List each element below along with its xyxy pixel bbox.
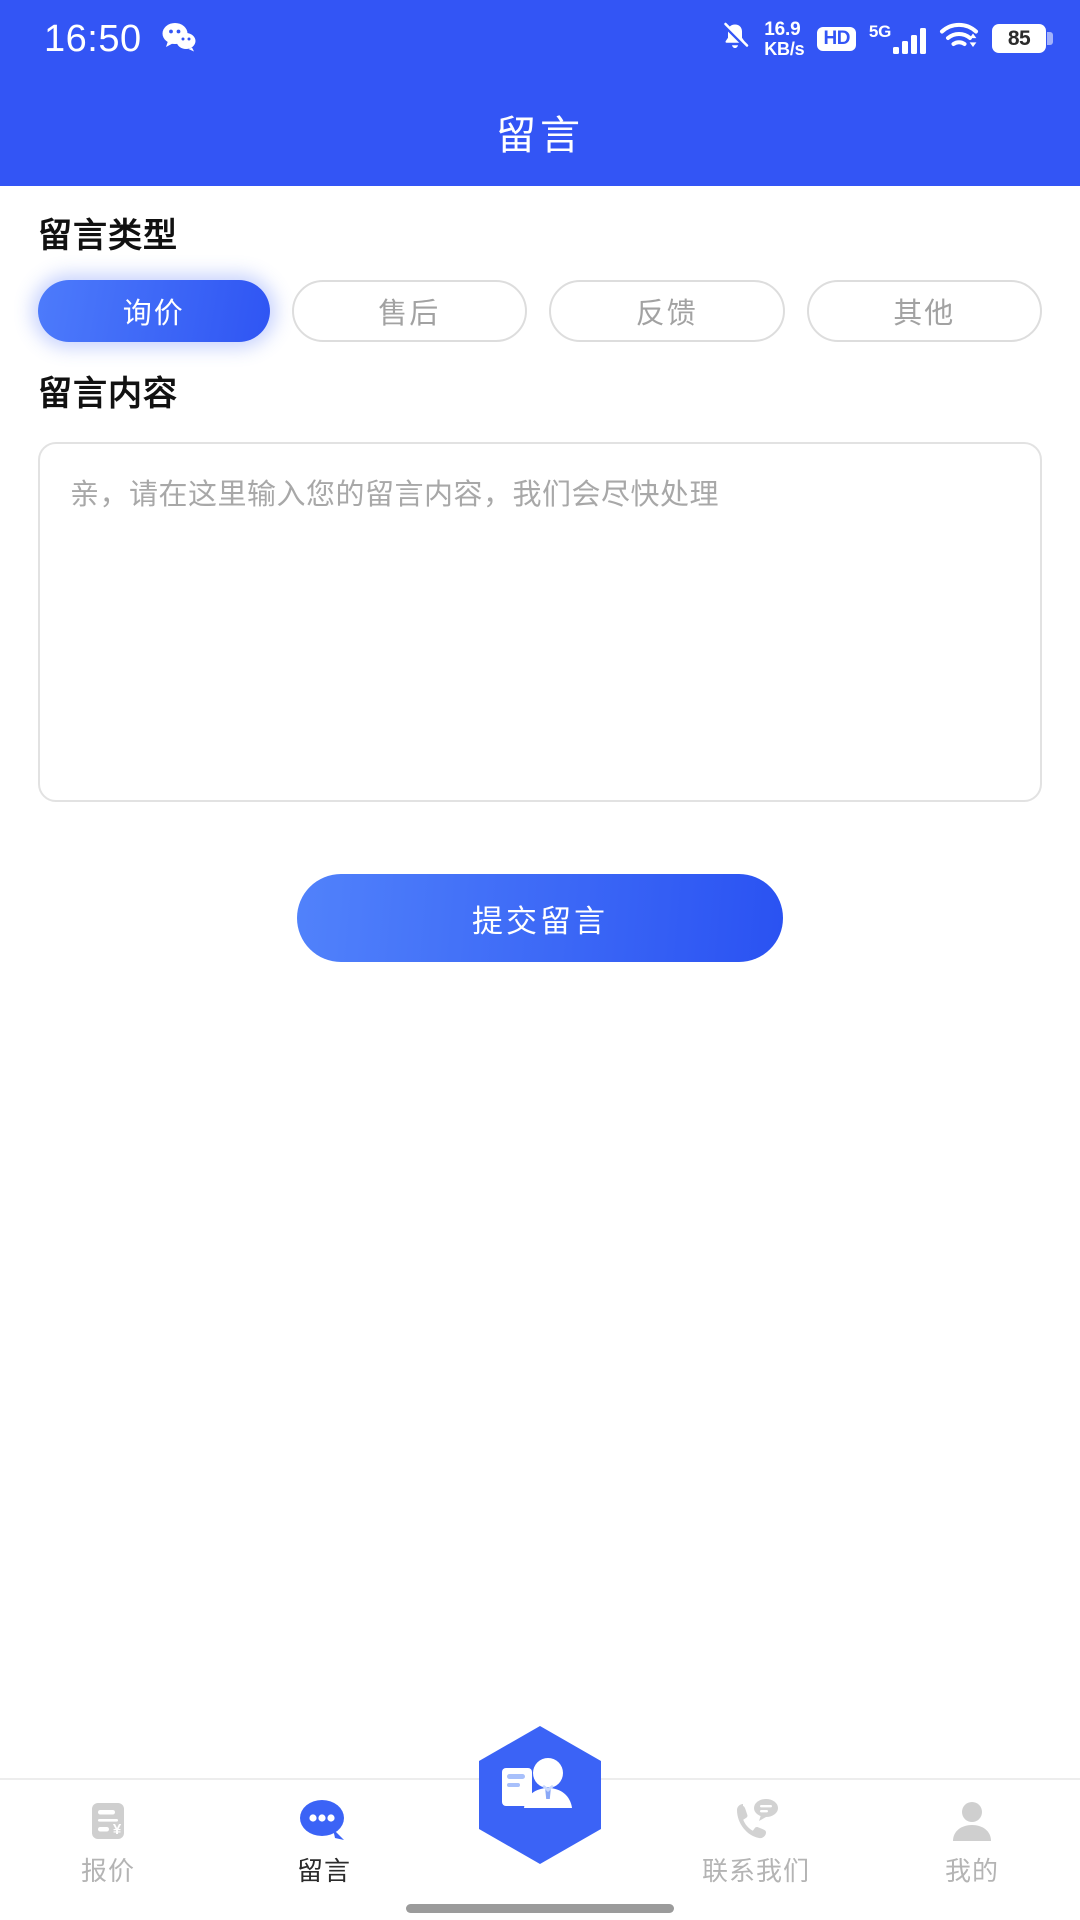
hd-badge: HD <box>817 26 856 51</box>
phone-screen: 16:50 16.9 KB/s HD 5G 85 留言 留言类型 询价 售后 反… <box>0 0 1080 1920</box>
message-content-heading: 留言内容 <box>38 375 178 414</box>
type-option-label: 询价 <box>122 298 185 331</box>
id-card-person-icon <box>479 1726 601 1864</box>
tab-message[interactable]: 留言 <box>216 1794 432 1884</box>
app-header: 留言 <box>0 78 1080 186</box>
center-action-button[interactable] <box>477 1724 603 1866</box>
type-option-feedback[interactable]: 反馈 <box>549 280 785 343</box>
phone-message-icon <box>730 1794 782 1848</box>
tab-quote-label: 报价 <box>80 1856 135 1886</box>
status-bar-clock: 16:50 <box>44 18 142 60</box>
message-type-heading: 留言类型 <box>38 217 178 255</box>
type-option-inquiry[interactable]: 询价 <box>38 280 270 343</box>
network-speed-value: 16.9 <box>764 19 801 41</box>
type-option-label: 售后 <box>378 298 441 331</box>
type-option-other[interactable]: 其他 <box>806 280 1042 343</box>
type-option-label: 反馈 <box>635 298 698 331</box>
network-speed: 16.9 KB/s <box>764 20 804 58</box>
bottom-navigation: ¥ 报价 留言 联系我们 我的 <box>0 1726 1080 1920</box>
tab-quote[interactable]: ¥ 报价 <box>0 1794 216 1884</box>
message-textarea[interactable]: 亲，请在这里输入您的留言内容，我们会尽快处理 <box>38 442 1042 803</box>
cellular-label: 5G <box>868 22 891 42</box>
wifi-icon <box>939 21 979 56</box>
signal-bars-icon <box>893 28 926 55</box>
message-type-options: 询价 售后 反馈 其他 <box>38 280 1042 343</box>
person-icon <box>947 1794 997 1848</box>
page-title: 留言 <box>496 114 584 158</box>
tab-profile[interactable]: 我的 <box>864 1794 1080 1884</box>
svg-text:¥: ¥ <box>113 1821 122 1838</box>
tab-message-label: 留言 <box>296 1856 351 1886</box>
cellular-signal: 5G <box>868 22 926 55</box>
network-speed-unit: KB/s <box>764 38 805 59</box>
wechat-icon <box>162 22 196 57</box>
home-indicator <box>406 1904 674 1913</box>
bell-muted-icon <box>719 20 751 57</box>
tab-contact-us-label: 联系我们 <box>701 1856 810 1886</box>
tab-profile-label: 我的 <box>944 1856 999 1886</box>
chat-bubble-dots-icon <box>297 1794 351 1848</box>
receipt-yuan-icon: ¥ <box>83 1794 133 1848</box>
message-textarea-placeholder: 亲，请在这里输入您的留言内容，我们会尽快处理 <box>70 479 720 512</box>
battery-level: 85 <box>1007 27 1031 51</box>
type-option-label: 其他 <box>893 298 956 331</box>
status-bar: 16:50 16.9 KB/s HD 5G 85 <box>0 0 1080 78</box>
submit-message-button[interactable]: 提交留言 <box>297 874 783 963</box>
battery-icon: 85 <box>992 24 1053 54</box>
status-bar-left: 16:50 <box>44 20 196 58</box>
type-option-after-sales[interactable]: 售后 <box>291 280 527 343</box>
main-content: 留言类型 询价 售后 反馈 其他 留言内容 亲，请在这里输入您的留言内容，我们会… <box>0 186 1080 1778</box>
status-bar-right: 16.9 KB/s HD 5G 85 <box>719 20 1053 58</box>
submit-message-label: 提交留言 <box>472 903 608 939</box>
tab-contact-us[interactable]: 联系我们 <box>648 1794 864 1884</box>
submit-row: 提交留言 <box>38 874 1042 963</box>
